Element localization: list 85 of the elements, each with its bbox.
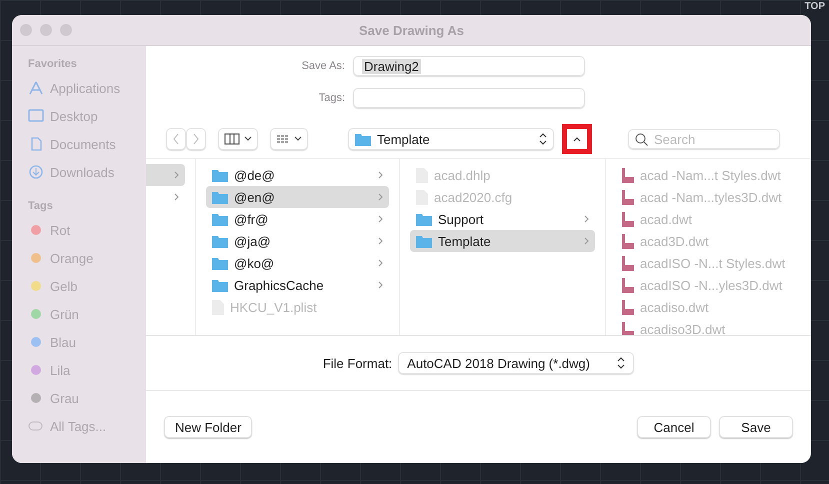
chevron-icon: [174, 193, 179, 201]
chevron-icon: [378, 281, 383, 289]
folder-icon: [355, 132, 371, 146]
sidebar-item[interactable]: Desktop: [50, 108, 98, 124]
save-as-field[interactable]: Drawing2: [353, 56, 585, 76]
folder-icon: [416, 212, 432, 226]
field-label: Save As:: [300, 60, 346, 72]
caret-icon: [294, 136, 302, 142]
cancel-button[interactable]: Cancel: [637, 416, 711, 438]
chevron-icon: [378, 259, 383, 267]
sidebar-item[interactable]: Downloads: [50, 164, 114, 180]
sidebar-item[interactable]: Rot: [50, 222, 70, 238]
search-field[interactable]: Search: [628, 129, 780, 149]
sidebar-item[interactable]: Applications: [50, 80, 120, 96]
field-label: Tags:: [318, 92, 346, 104]
drawing-file-icon: [622, 234, 634, 248]
sidebar-heading: Tags: [28, 200, 54, 212]
sidebar-item[interactable]: Lila: [50, 362, 70, 378]
file-row[interactable]: Template: [410, 230, 595, 252]
caret-icon: [244, 136, 252, 142]
sidebar-item[interactable]: Orange: [50, 250, 94, 266]
stepper-icon: [617, 357, 626, 369]
file-row[interactable]: Support: [410, 208, 595, 230]
sidebar-item[interactable]: Grün: [50, 306, 79, 322]
tag-icon: [28, 419, 44, 433]
chevron-icon: [584, 237, 589, 245]
drawing-file-icon: [622, 278, 634, 292]
back-button[interactable]: [166, 128, 186, 150]
folder-icon: [212, 212, 228, 226]
chevron-icon: [378, 193, 383, 201]
drawing-file-icon: [622, 212, 634, 226]
grid-icon: [276, 133, 290, 145]
group-button[interactable]: [270, 128, 308, 150]
columns-icon: [224, 133, 240, 145]
chevron-icon: [378, 215, 383, 223]
chevron-icon: [378, 237, 383, 245]
search-icon: [635, 132, 648, 146]
folder-icon: [212, 234, 228, 248]
drawing-file-icon: [622, 190, 634, 204]
file-row[interactable]: @ko@: [206, 252, 389, 274]
stepper-icon: [539, 133, 547, 145]
drawing-file-icon: [622, 256, 634, 270]
file-row[interactable]: @en@: [206, 186, 389, 208]
chevron-icon: [174, 171, 179, 179]
caret-icon: [573, 136, 581, 142]
window-title: Save Drawing As: [358, 22, 464, 38]
viewcube-label: TOP: [804, 1, 825, 13]
apps-icon: [28, 81, 44, 95]
file-format-dropdown[interactable]: AutoCAD 2018 Drawing (*.dwg): [398, 352, 634, 374]
drawing-file-icon: [622, 300, 634, 314]
sidebar-item[interactable]: Grau: [50, 390, 79, 406]
file-row[interactable]: @de@: [206, 164, 389, 186]
tags-field[interactable]: [353, 88, 585, 108]
folder-icon: [212, 190, 228, 204]
new-folder-button[interactable]: New Folder: [164, 416, 252, 438]
close-button[interactable]: [20, 24, 32, 36]
file-row[interactable]: GraphicsCache: [206, 274, 389, 296]
file-row[interactable]: @ja@: [206, 230, 389, 252]
folder-icon: [212, 278, 228, 292]
folder-icon: [416, 234, 432, 248]
file-row[interactable]: @fr@: [206, 208, 389, 230]
desktop-icon: [28, 109, 44, 123]
location-dropdown[interactable]: Template: [348, 128, 554, 150]
forward-icon: [192, 133, 200, 145]
forward-button[interactable]: [186, 128, 206, 150]
field-label: File Format:: [322, 356, 392, 370]
sidebar-item[interactable]: Documents: [50, 136, 116, 152]
column-view-button[interactable]: [218, 128, 258, 150]
download-icon: [28, 165, 44, 179]
sidebar-item[interactable]: Blau: [50, 334, 76, 350]
save-button[interactable]: Save: [719, 416, 793, 438]
sidebar-item[interactable]: Gelb: [50, 278, 78, 294]
sidebar-heading: Favorites: [28, 58, 78, 70]
chevron-icon: [584, 215, 589, 223]
folder-icon: [212, 168, 228, 182]
drawing-file-icon: [622, 168, 634, 182]
zoom-button[interactable]: [60, 24, 72, 36]
file-row[interactable]: [146, 164, 185, 186]
back-icon: [172, 133, 180, 145]
chevron-icon: [378, 171, 383, 179]
drawing-file-icon: [622, 322, 634, 335]
minimize-button[interactable]: [40, 24, 52, 36]
sidebar-item[interactable]: All Tags...: [50, 418, 106, 434]
folder-icon: [212, 256, 228, 270]
up-button[interactable]: [567, 129, 587, 149]
